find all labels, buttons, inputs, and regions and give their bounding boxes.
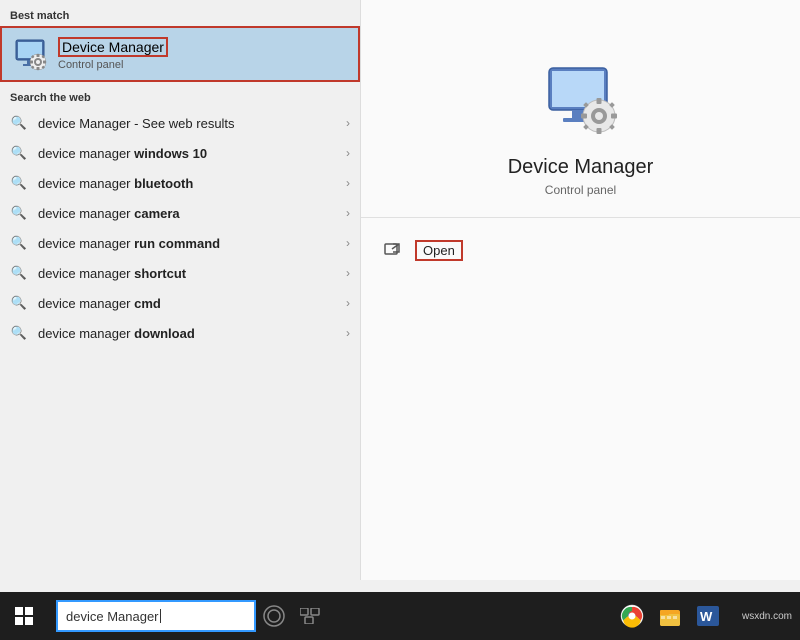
taskbar-search-box[interactable]: device Manager [56, 600, 256, 632]
best-match-label: Best match [0, 0, 360, 26]
file-explorer-icon[interactable] [652, 592, 688, 640]
search-icon: 🔍 [10, 324, 28, 342]
list-item[interactable]: 🔍 device manager shortcut › [0, 258, 360, 288]
list-item[interactable]: 🔍 device manager cmd › [0, 288, 360, 318]
search-icon: 🔍 [10, 294, 28, 312]
right-panel: Device Manager Control panel Open [360, 0, 800, 580]
search-icon: 🔍 [10, 174, 28, 192]
search-item-text: device manager windows 10 [38, 146, 346, 161]
right-panel-device-manager-icon [541, 60, 621, 140]
open-action[interactable]: Open [361, 232, 800, 268]
list-item[interactable]: 🔍 device manager run command › [0, 228, 360, 258]
taskbar-app-icons: W [614, 592, 726, 640]
search-item-text: device manager bluetooth [38, 176, 346, 191]
chrome-icon[interactable] [614, 592, 650, 640]
best-match-text: Device Manager Control panel [58, 37, 168, 71]
list-item[interactable]: 🔍 device manager camera › [0, 198, 360, 228]
device-manager-icon [12, 36, 48, 72]
cortana-button[interactable] [256, 592, 292, 640]
taskbar-search-text: device Manager [66, 609, 159, 624]
chevron-right-icon: › [346, 326, 350, 340]
right-panel-subtitle: Control panel [545, 183, 616, 197]
search-items-list: 🔍 device Manager - See web results › 🔍 d… [0, 108, 360, 580]
search-icon: 🔍 [10, 114, 28, 132]
list-item[interactable]: 🔍 device Manager - See web results › [0, 108, 360, 138]
chevron-right-icon: › [346, 116, 350, 130]
best-match-item[interactable]: Device Manager Control panel [0, 26, 360, 82]
taskbar: device Manager [0, 592, 800, 640]
search-item-text: device manager run command [38, 236, 346, 251]
open-icon [381, 238, 405, 262]
svg-text:W: W [700, 609, 713, 624]
search-item-text: device Manager - See web results [38, 116, 346, 131]
start-button[interactable] [0, 592, 48, 640]
watermark: wsxdn.com [742, 611, 792, 622]
chevron-right-icon: › [346, 296, 350, 310]
search-icon: 🔍 [10, 204, 28, 222]
task-view-button[interactable] [292, 592, 328, 640]
web-section-label: Search the web [0, 86, 360, 108]
list-item[interactable]: 🔍 device manager windows 10 › [0, 138, 360, 168]
search-icon: 🔍 [10, 264, 28, 282]
list-item[interactable]: 🔍 device manager download › [0, 318, 360, 348]
taskbar-cursor [160, 609, 161, 623]
search-icon: 🔍 [10, 234, 28, 252]
list-item[interactable]: 🔍 device manager bluetooth › [0, 168, 360, 198]
best-match-title: Device Manager [58, 37, 168, 57]
divider [361, 217, 800, 218]
chevron-right-icon: › [346, 176, 350, 190]
search-panel: Best match [0, 0, 360, 580]
search-icon: 🔍 [10, 144, 28, 162]
chevron-right-icon: › [346, 206, 350, 220]
search-item-text: device manager download [38, 326, 346, 341]
open-label[interactable]: Open [415, 240, 463, 261]
chevron-right-icon: › [346, 236, 350, 250]
word-icon[interactable]: W [690, 592, 726, 640]
best-match-subtitle: Control panel [58, 59, 168, 71]
search-item-text: device manager shortcut [38, 266, 346, 281]
chevron-right-icon: › [346, 146, 350, 160]
search-item-text: device manager cmd [38, 296, 346, 311]
chevron-right-icon: › [346, 266, 350, 280]
search-item-text: device manager camera [38, 206, 346, 221]
right-panel-title: Device Manager [508, 156, 654, 179]
